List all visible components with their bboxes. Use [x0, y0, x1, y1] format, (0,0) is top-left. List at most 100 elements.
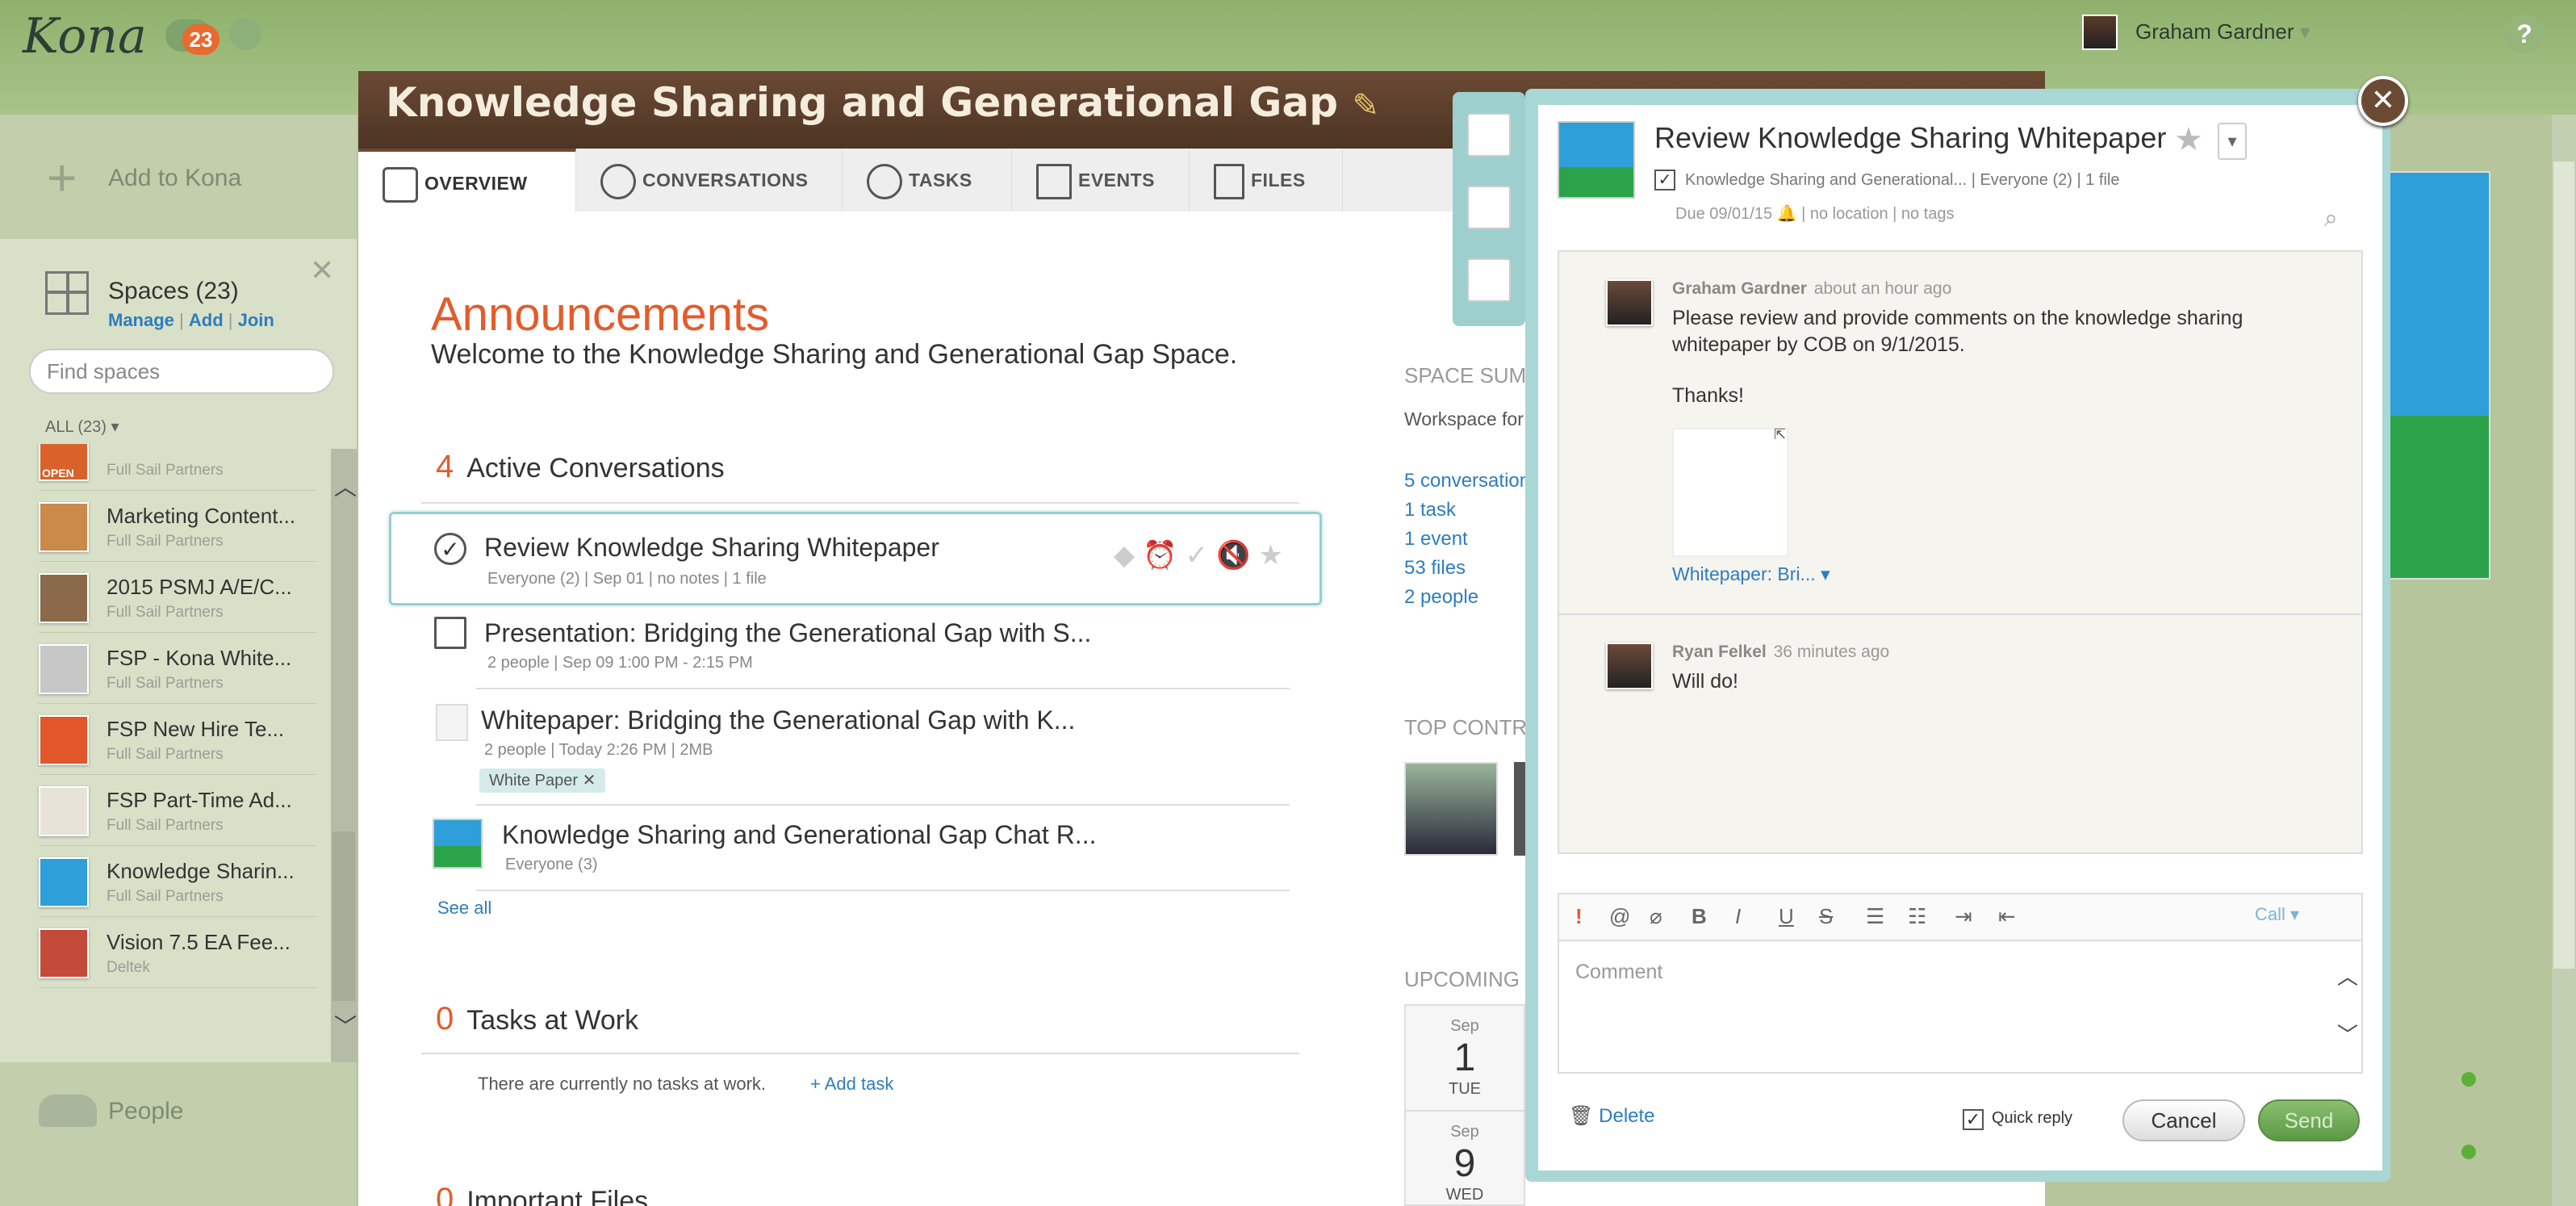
external-link-icon[interactable]: ⇱ — [1774, 426, 1786, 443]
comment-time: about an hour ago — [1813, 279, 1952, 298]
join-link[interactable]: Join — [238, 310, 274, 330]
add-to-kona-button[interactable]: Add to Kona — [108, 165, 241, 192]
notification-badge[interactable]: 23 — [182, 24, 220, 55]
stat-conversations[interactable]: 5 conversations — [1404, 470, 1540, 492]
attach-icon[interactable]: ⌀ — [1650, 904, 1662, 929]
chevron-up-icon[interactable]: ︿ — [2337, 961, 2358, 990]
quick-reply-label: Quick reply — [1992, 1109, 2073, 1127]
status-icon[interactable] — [229, 18, 261, 50]
indent-icon[interactable]: ⇥ — [1955, 904, 1972, 929]
space-list-item[interactable]: 2015 PSMJ A/E/C... Full Sail Partners — [39, 562, 316, 633]
stat-events[interactable]: 1 event — [1404, 528, 1468, 551]
find-spaces-input[interactable]: Find spaces — [29, 349, 334, 394]
person-icon[interactable] — [1467, 113, 1511, 157]
people-nav[interactable]: People — [108, 1098, 183, 1125]
user-avatar[interactable] — [2082, 15, 2118, 50]
comment-text: Will do! — [1672, 670, 1738, 693]
file-preview[interactable] — [1672, 428, 1788, 557]
comment-author[interactable]: Graham Gardner — [1672, 279, 1807, 298]
alarm-icon[interactable]: ⏰ — [1143, 540, 1185, 571]
bullet-list-icon[interactable]: ☰ — [1866, 904, 1884, 929]
see-all-link[interactable]: See all — [437, 898, 491, 919]
file-icon — [436, 704, 468, 741]
space-list-item[interactable]: Vision 7.5 EA Fee... Deltek — [39, 917, 316, 988]
send-button[interactable]: Send — [2258, 1099, 2360, 1141]
pencil-icon[interactable]: ✎ — [1352, 87, 1379, 124]
scrollbar-thumb[interactable] — [332, 831, 355, 1001]
star-icon[interactable]: ★ — [1258, 540, 1290, 571]
chevron-up-icon[interactable]: ︿ — [334, 470, 357, 502]
mention-icon[interactable]: @ — [1609, 904, 1630, 929]
call-button[interactable]: Call ▾ — [2255, 904, 2299, 925]
stat-files[interactable]: 53 files — [1404, 557, 1466, 580]
plus-icon[interactable]: + — [47, 152, 90, 203]
kona-logo[interactable]: Kona — [23, 8, 147, 65]
cancel-button[interactable]: Cancel — [2122, 1099, 2245, 1141]
spaces-title: Spaces (23) — [108, 278, 239, 304]
space-name: FSP Part-Time Ad... — [107, 788, 292, 812]
comment-input[interactable] — [1558, 940, 2363, 1074]
add-task-link[interactable]: + Add task — [810, 1074, 893, 1095]
bold-icon[interactable]: B — [1692, 904, 1707, 929]
file-link[interactable]: Whitepaper: Bri... ▾ — [1672, 563, 1830, 585]
space-list-item[interactable]: Knowledge Sharin... Full Sail Partners — [39, 846, 316, 917]
user-menu[interactable]: Graham Gardner ▾ — [2135, 19, 2310, 44]
note-icon[interactable] — [1467, 186, 1511, 229]
space-list-item[interactable]: Marketing Content... Full Sail Partners — [39, 491, 316, 562]
search-icon[interactable]: ⌕ — [2324, 205, 2338, 232]
space-list-item[interactable]: FSP New Hire Te... Full Sail Partners — [39, 704, 316, 775]
manage-link[interactable]: Manage — [108, 310, 174, 330]
tab-conversations[interactable]: CONVERSATIONS — [576, 149, 843, 211]
modal-meta-due: Due 09/01/15 🔔 | no location | no tags — [1675, 205, 1955, 223]
quick-reply-checkbox[interactable]: ✓ — [1963, 1109, 1984, 1130]
checkbox-icon[interactable]: ✓ — [1654, 170, 1675, 191]
conversation-title[interactable]: Review Knowledge Sharing Whitepaper — [484, 533, 939, 563]
underline-icon[interactable]: U — [1779, 904, 1794, 929]
tag-icon[interactable]: ◆ — [1114, 540, 1143, 571]
space-name: Knowledge Sharin... — [107, 859, 295, 883]
tab-tasks[interactable]: TASKS — [843, 149, 1012, 211]
conversation-title[interactable]: Whitepaper: Bridging the Generational Ga… — [481, 706, 1075, 735]
conversation-title[interactable]: Presentation: Bridging the Generational … — [484, 618, 1091, 648]
spaces-filter[interactable]: ALL (23) ▾ — [45, 417, 119, 437]
stat-people[interactable]: 2 people — [1404, 586, 1478, 609]
space-owner: Full Sail Partners — [107, 675, 224, 692]
comment-author[interactable]: Ryan Felkel — [1672, 643, 1767, 661]
space-summary-label: SPACE SUMM — [1404, 363, 1544, 387]
strikethrough-icon[interactable]: S — [1819, 904, 1833, 929]
modal-options-dropdown[interactable]: ▾ — [2218, 123, 2247, 160]
chevron-down-icon[interactable]: ﹀ — [334, 1009, 357, 1041]
avatar[interactable] — [1606, 643, 1653, 689]
star-icon[interactable]: ★ — [2174, 121, 2203, 158]
add-link[interactable]: Add — [189, 310, 224, 330]
contributor-avatar[interactable] — [1404, 762, 1498, 856]
divider — [1559, 613, 2361, 615]
space-owner: Full Sail Partners — [107, 817, 224, 834]
tab-files[interactable]: FILES — [1190, 149, 1343, 211]
chevron-down-icon[interactable]: ﹀ — [2337, 1019, 2358, 1049]
tag-badge[interactable]: White Paper ✕ — [479, 768, 606, 793]
priority-icon[interactable]: ! — [1575, 904, 1583, 929]
stat-tasks[interactable]: 1 task — [1404, 499, 1456, 521]
space-owner: Full Sail Partners — [107, 746, 224, 763]
close-icon[interactable]: ✕ — [310, 253, 334, 287]
space-list-item[interactable]: OPEN Full Sail Partners — [39, 444, 316, 491]
italic-icon[interactable]: I — [1735, 904, 1741, 929]
tab-overview[interactable]: OVERVIEW — [358, 149, 576, 215]
conversation-title[interactable]: Knowledge Sharing and Generational Gap C… — [502, 820, 1096, 850]
numbered-list-icon[interactable]: ☷ — [1908, 904, 1926, 929]
avatar[interactable] — [1606, 279, 1653, 326]
page-scrollbar-thumb[interactable] — [2553, 161, 2574, 969]
space-list-item[interactable]: FSP Part-Time Ad... Full Sail Partners — [39, 775, 316, 846]
outdent-icon[interactable]: ⇤ — [1998, 904, 2016, 929]
tab-events[interactable]: EVENTS — [1012, 149, 1190, 211]
file-icon — [1214, 163, 1244, 199]
close-icon[interactable]: ✕ — [2358, 76, 2408, 126]
paperclip-icon[interactable] — [1467, 258, 1511, 302]
cal-month: Sep — [1450, 1123, 1479, 1141]
help-button[interactable]: ? — [2505, 15, 2544, 53]
delete-button[interactable]: 🗑 Delete — [1569, 1104, 1655, 1128]
mute-icon[interactable]: 🔇 — [1216, 540, 1258, 571]
check-icon[interactable]: ✓ — [1186, 540, 1217, 571]
space-list-item[interactable]: FSP - Kona White... Full Sail Partners — [39, 633, 316, 704]
